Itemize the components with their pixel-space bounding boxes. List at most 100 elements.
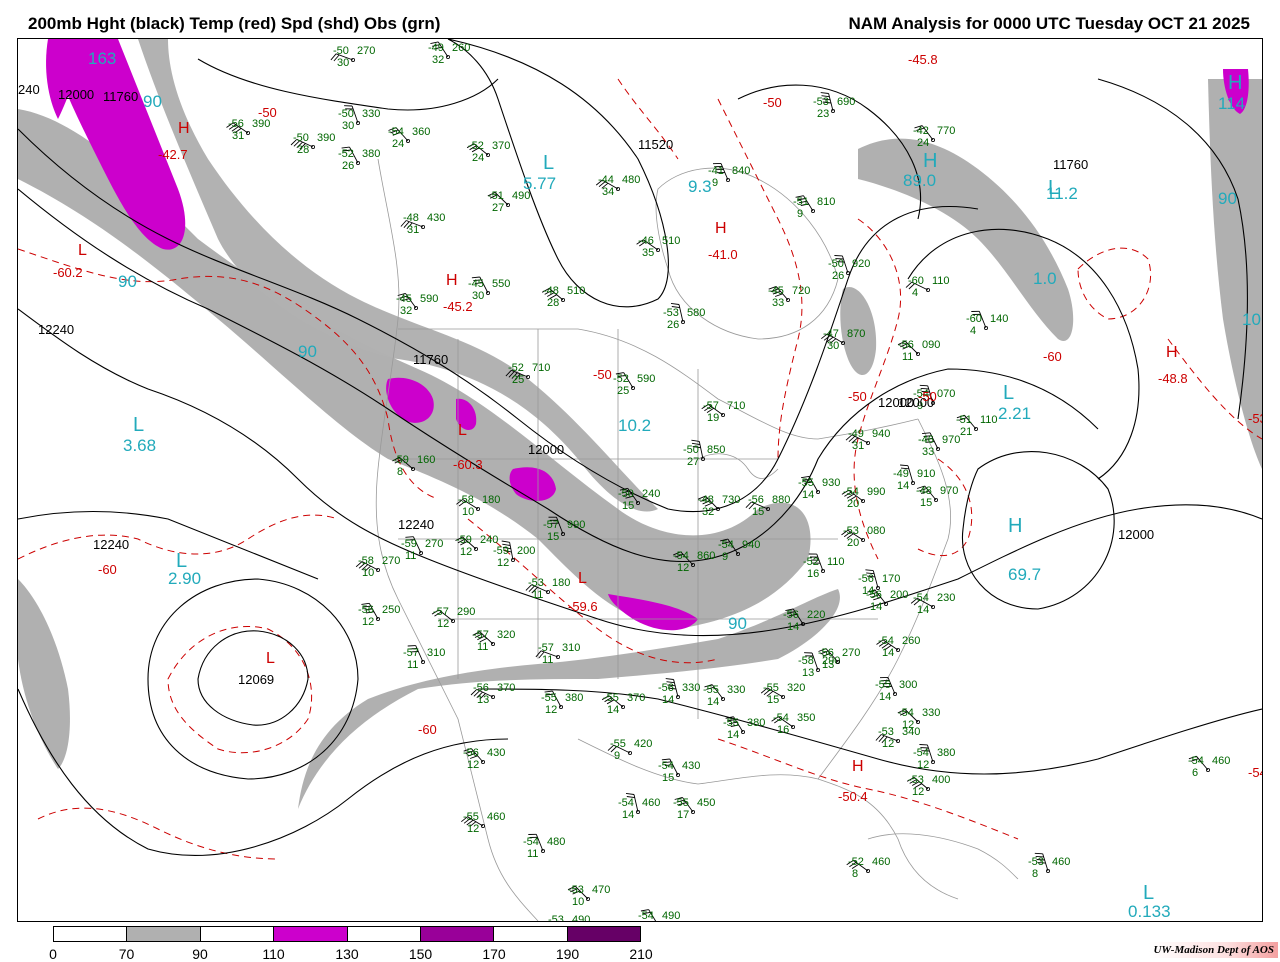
height-label: 11760 [1053,157,1088,172]
obs-temperature: -48 [698,494,714,506]
obs-temperature: -50 [828,258,844,270]
wind-speed-label: 1.0 [1033,269,1057,288]
obs-dewpoint-depression: 13 [822,659,834,671]
obs-dewpoint-depression: 11 [405,550,416,562]
obs-dewpoint-depression: 14 [879,691,891,703]
obs-height: 460 [1212,755,1230,767]
wind-speed-label: 89.0 [903,171,936,190]
obs-height: 460 [487,811,505,823]
wind-speed-center-marker: L [543,152,554,174]
obs-dewpoint-depression: 11 [527,848,538,860]
obs-dewpoint-depression: 14 [882,647,894,659]
wind-speed-label: 163 [88,49,116,68]
obs-temperature: -50 [293,132,309,144]
wind-speed-center-marker: L [1048,177,1059,199]
wind-speed-center-marker: H [1228,72,1242,94]
temperature-center-marker: L [78,242,87,259]
obs-dewpoint-depression: 9 [722,551,728,563]
obs-height: 330 [362,108,380,120]
obs-height: 260 [452,42,470,54]
obs-dewpoint-depression: 32 [432,54,444,66]
obs-height: 860 [697,550,715,562]
temperature-label: -50 [848,389,867,404]
obs-temperature: -53 [843,525,859,537]
obs-dewpoint-depression: 21 [960,426,972,438]
obs-dewpoint-depression: 9 [712,177,718,189]
obs-temperature: -54 [913,747,929,759]
obs-height: 240 [642,488,660,500]
height-label: 12000 [58,87,94,102]
temperature-label: -50 [258,105,277,120]
obs-height: 290 [457,606,475,618]
colorbar-segment-7 [568,927,640,941]
obs-dewpoint-depression: 31 [407,224,419,236]
obs-temperature: -50 [333,45,349,57]
obs-dewpoint-depression: 14 [662,694,674,706]
obs-height: 510 [662,235,680,247]
obs-dewpoint-depression: 20 [847,537,859,549]
temperature-label: -50 [918,389,937,404]
obs-height: 380 [362,148,380,160]
height-label: 11760 [413,352,448,367]
obs-temperature: -52 [468,140,484,152]
obs-temperature: -57 [543,519,559,531]
obs-temperature: -52 [338,148,354,160]
obs-temperature: -54 [718,539,734,551]
obs-temperature: -56 [658,682,674,694]
obs-height: 590 [420,293,438,305]
obs-temperature: -51 [956,414,972,426]
wind-barb-flag [666,679,674,680]
temp-contour-8 [718,739,1018,839]
obs-temperature: -46 [638,235,654,247]
temperature-label: -45.8 [908,52,938,67]
obs-height: 870 [847,328,865,340]
obs-temperature: -49 [893,468,909,480]
obs-dewpoint-depression: 31 [232,130,244,142]
obs-temperature: -57 [538,642,554,654]
obs-height: 180 [482,494,500,506]
obs-dewpoint-depression: 33 [922,446,934,458]
jet-band-west-edge [18,579,70,769]
obs-height: 380 [937,747,955,759]
obs-dewpoint-depression: 15 [622,500,634,512]
station-observations: -5027030-4926032-5639031-5033030-5436024… [228,42,1230,921]
obs-dewpoint-depression: 11 [902,351,913,363]
temperature-center-marker: H [446,272,458,289]
obs-temperature: -60 [908,275,924,287]
obs-dewpoint-depression: 23 [817,108,829,120]
colorbar-segment-5 [421,927,494,941]
obs-dewpoint-depression: 15 [767,694,779,706]
height-label: 12240 [398,517,434,532]
obs-dewpoint-depression: 28 [547,297,559,309]
obs-temperature: -53 [663,307,679,319]
wind-speed-label: 90 [728,614,747,633]
obs-temperature: -59 [456,534,472,546]
height-label: 12000 [1118,527,1154,542]
obs-temperature: -45 [768,285,784,297]
colorbar-segment-2 [201,927,274,941]
wind-speed-colorbar [53,926,641,942]
map-title: 200mb Hght (black) Temp (red) Spd (shd) … [28,14,440,34]
obs-height: 480 [547,836,565,848]
obs-temperature: -55 [541,692,557,704]
obs-dewpoint-depression: 14 [787,621,799,633]
obs-dewpoint-depression: 14 [607,704,619,716]
wind-barb-shaft [510,542,513,560]
obs-temperature: -48 [916,485,932,497]
obs-temperature: -56 [858,573,874,585]
obs-height: 330 [922,707,940,719]
obs-temperature: -51 [793,196,809,208]
obs-height: 420 [634,738,652,750]
obs-temperature: -57 [703,400,719,412]
temperature-label: -60.3 [453,457,483,472]
wind-speed-center-marker: H [1008,515,1022,537]
obs-dewpoint-depression: 12 [677,562,689,574]
wind-speed-center-marker: L [133,414,144,436]
obs-temperature: -56 [358,604,374,616]
wind-barb-flag [900,465,908,466]
obs-dewpoint-depression: 30 [472,290,484,302]
obs-dewpoint-depression: 14 [707,696,719,708]
obs-height: 400 [932,774,950,786]
obs-height: 110 [980,414,998,426]
obs-temperature: -55 [875,679,891,691]
